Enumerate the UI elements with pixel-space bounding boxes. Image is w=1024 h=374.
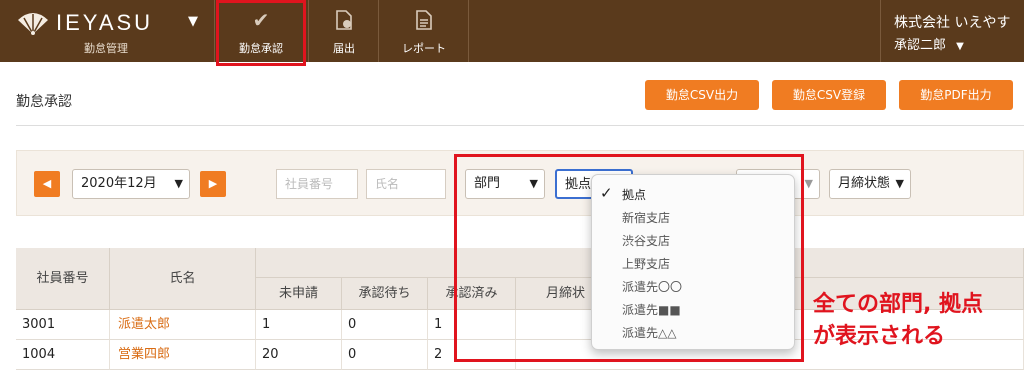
- chevron-down-icon: ▼: [956, 41, 964, 52]
- top-nav-bar: IEYASU ▼ 勤怠管理 ✔ 勤怠承認 届出 レポート 株式会社 いえやす 承…: [0, 0, 1024, 62]
- company-name: 株式会社 いえやす: [894, 15, 1011, 31]
- nav-divider: [880, 0, 881, 62]
- page-title: 勤怠承認: [16, 94, 72, 110]
- export-pdf-button[interactable]: 勤怠PDF出力: [899, 80, 1013, 110]
- chevron-down-icon: ▼: [174, 177, 183, 190]
- report-icon: [416, 10, 432, 30]
- employee-number-cell: 1004: [16, 340, 110, 370]
- fan-logo-icon: [18, 13, 48, 35]
- pending-cell: 0: [342, 340, 428, 370]
- employee-number-cell: 3001: [16, 310, 110, 340]
- employee-number-input[interactable]: 社員番号: [276, 169, 358, 199]
- column-header: 氏名: [110, 248, 256, 310]
- nav-requests[interactable]: 届出: [314, 0, 374, 62]
- pending-cell: 0: [342, 310, 428, 340]
- highlight-box-nav: [216, 0, 306, 66]
- triangle-left-icon: ◀: [42, 177, 52, 190]
- app-logo[interactable]: IEYASU ▼ 勤怠管理: [10, 8, 210, 56]
- user-name: 承認二郎: [894, 38, 947, 53]
- chevron-down-icon: ▼: [804, 177, 813, 190]
- export-csv-button[interactable]: 勤怠CSV出力: [645, 80, 759, 110]
- nav-divider: [214, 0, 215, 62]
- unsubmitted-cell: 1: [256, 310, 342, 340]
- document-add-icon: [336, 10, 352, 30]
- divider: [16, 125, 1024, 126]
- column-header: 社員番号: [16, 248, 110, 310]
- brand-name: IEYASU: [56, 10, 154, 35]
- import-csv-button[interactable]: 勤怠CSV登録: [772, 80, 886, 110]
- employee-name-link[interactable]: 派遣太郎: [110, 310, 256, 340]
- triangle-right-icon: ▶: [208, 177, 218, 190]
- brand-subtitle: 勤怠管理: [84, 42, 128, 55]
- nav-divider: [468, 0, 469, 62]
- prev-month-button[interactable]: ◀: [34, 171, 60, 197]
- column-header: 承認待ち: [342, 278, 428, 310]
- name-input[interactable]: 氏名: [366, 169, 446, 199]
- unsubmitted-cell: 20: [256, 340, 342, 370]
- nav-divider: [308, 0, 309, 62]
- highlight-box-dropdown: [454, 154, 804, 362]
- nav-divider: [378, 0, 379, 62]
- user-menu[interactable]: 承認二郎 ▼: [894, 34, 964, 53]
- month-select[interactable]: 2020年12月 ▼: [72, 169, 190, 199]
- month-select-value: 2020年12月: [81, 176, 157, 191]
- monthly-close-select-value: 月締状態: [838, 176, 891, 191]
- nav-label: 届出: [333, 42, 355, 55]
- nav-report[interactable]: レポート: [384, 0, 464, 62]
- next-month-button[interactable]: ▶: [200, 171, 226, 197]
- annotation-line-1: 全ての部門, 拠点: [813, 292, 984, 317]
- nav-label: レポート: [402, 42, 446, 55]
- monthly-close-select[interactable]: 月締状態 ▼: [829, 169, 911, 199]
- brand-chevron-icon[interactable]: ▼: [188, 14, 198, 29]
- employee-name-link[interactable]: 営業四郎: [110, 340, 256, 370]
- column-header: 未申請: [256, 278, 342, 310]
- chevron-down-icon: ▼: [893, 170, 904, 198]
- annotation-line-2: が表示される: [813, 324, 946, 349]
